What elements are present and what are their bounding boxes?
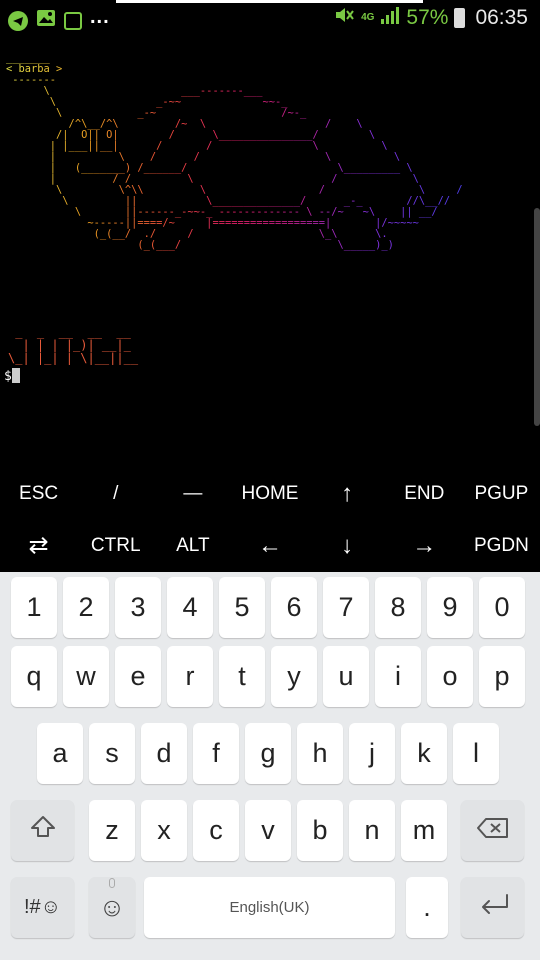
key-b[interactable]: b [297,800,343,861]
key-w[interactable]: w [63,646,109,707]
key-a[interactable]: a [37,723,83,784]
key-h[interactable]: h [297,723,343,784]
key-q[interactable]: q [11,646,57,707]
key-5[interactable]: 5 [219,577,265,638]
key-9[interactable]: 9 [427,577,473,638]
key-r[interactable]: r [167,646,213,707]
key-3[interactable]: 3 [115,577,161,638]
banner-art: _ _ __ __ __ | | | |_)| __|_ \_| |_| | \… [8,325,139,365]
arrow-down-key[interactable]: ↓ [309,522,386,569]
scrollbar[interactable] [534,208,540,426]
text-cursor [11,368,20,383]
extra-keys-row-2: ⇄ CTRL ALT ← ↓ → PGDN [0,522,540,569]
arrow-right-key[interactable]: → [386,522,463,569]
notification-icons: ... [8,6,110,33]
key-e[interactable]: e [115,646,161,707]
signal-icon [380,5,400,30]
dash-key[interactable]: ― [154,470,231,517]
extra-keys-row-1: ESC / ― HOME ↑ END PGUP [0,470,540,517]
key-0[interactable]: 0 [479,577,525,638]
notification-indicator-line [116,0,423,3]
esc-key[interactable]: ESC [0,470,77,517]
microphone-icon [109,878,115,888]
key-8[interactable]: 8 [375,577,421,638]
shift-icon [29,813,57,848]
key-t[interactable]: t [219,646,265,707]
more-notifications-indicator: ... [90,6,110,28]
command-prompt[interactable]: $ [4,368,20,384]
home-key[interactable]: HOME [231,470,308,517]
mute-icon [333,4,355,31]
key-y[interactable]: y [271,646,317,707]
key-i[interactable]: i [375,646,421,707]
tab-key[interactable]: ⇄ [0,522,77,569]
key-7[interactable]: 7 [323,577,369,638]
slash-key[interactable]: / [77,470,154,517]
shift-key[interactable] [11,800,74,861]
symbols-key[interactable]: !#☺ [11,877,74,938]
space-key[interactable]: English(UK) [144,877,395,938]
key-k[interactable]: k [401,723,447,784]
backspace-icon [476,815,510,846]
battery-icon [454,7,466,28]
end-key[interactable]: END [386,470,463,517]
key-j[interactable]: j [349,723,395,784]
clock: 06:35 [475,5,528,29]
enter-key[interactable] [461,877,524,938]
soft-keyboard: 1 2 3 4 5 6 7 8 9 0 q w e r t y u i o p … [0,572,540,960]
gallery-icon [36,8,56,33]
key-n[interactable]: n [349,800,395,861]
telegram-icon [8,10,28,31]
pgup-key[interactable]: PGUP [463,470,540,517]
arrow-left-key[interactable]: ← [231,522,308,569]
key-m[interactable]: m [401,800,447,861]
key-l[interactable]: l [453,723,499,784]
key-x[interactable]: x [141,800,187,861]
terminal-notification-icon [64,11,82,30]
key-o[interactable]: o [427,646,473,707]
key-p[interactable]: p [479,646,525,707]
battery-percent: 57% [406,5,449,29]
key-v[interactable]: v [245,800,291,861]
system-status: 4G 57% 06:35 [333,4,528,31]
network-type: 4G [361,11,375,23]
ctrl-key[interactable]: CTRL [77,522,154,569]
key-2[interactable]: 2 [63,577,109,638]
period-key[interactable]: . [406,877,448,938]
terminal-view[interactable]: _______ < barba > ------- \ ___-------__… [0,38,540,466]
key-d[interactable]: d [141,723,187,784]
key-6[interactable]: 6 [271,577,317,638]
pgdn-key[interactable]: PGDN [463,522,540,569]
key-f[interactable]: f [193,723,239,784]
extra-keys-bar: ESC / ― HOME ↑ END PGUP ⇄ CTRL ALT ← ↓ →… [0,466,540,572]
enter-icon [475,892,511,923]
key-g[interactable]: g [245,723,291,784]
status-bar: ... 4G 57% 06:35 [0,0,540,38]
arrow-up-key[interactable]: ↑ [309,470,386,517]
key-c[interactable]: c [193,800,239,861]
key-z[interactable]: z [89,800,135,861]
emoji-key[interactable]: ☺ [89,877,135,938]
ascii-art-output: _______ < barba > ------- \ ___-------__… [6,52,463,251]
prompt-symbol: $ [4,369,12,384]
key-4[interactable]: 4 [167,577,213,638]
emoji-icon: ☺ [98,892,126,922]
key-1[interactable]: 1 [11,577,57,638]
key-s[interactable]: s [89,723,135,784]
alt-key[interactable]: ALT [154,522,231,569]
key-u[interactable]: u [323,646,369,707]
backspace-key[interactable] [461,800,524,861]
